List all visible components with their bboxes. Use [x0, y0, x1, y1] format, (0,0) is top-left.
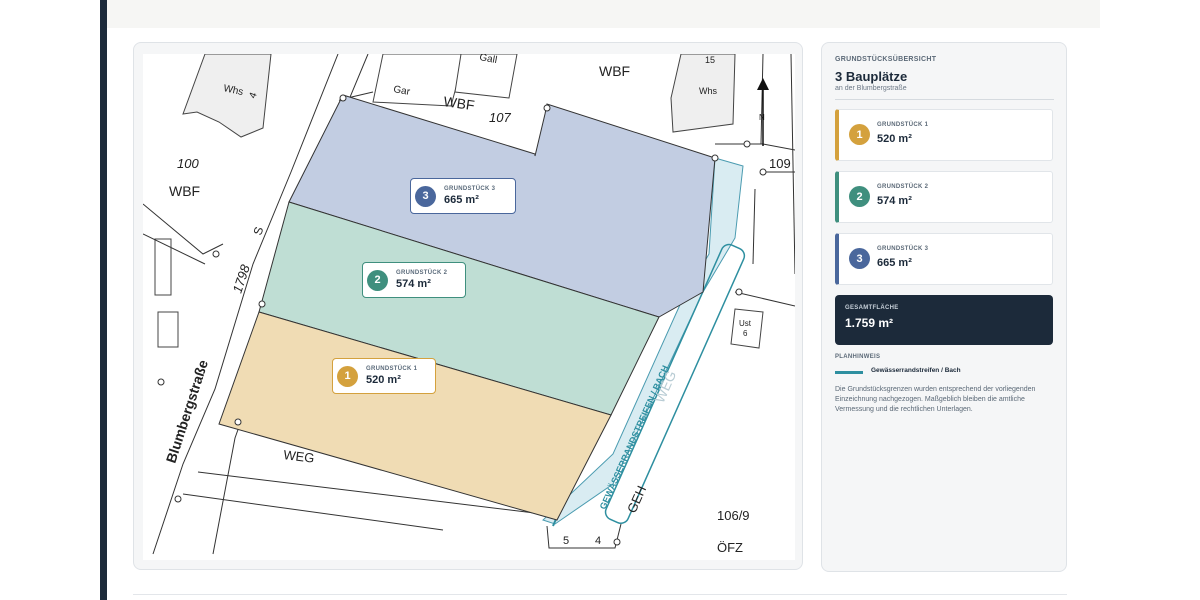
- plot-1-area: 520 m²: [366, 374, 401, 387]
- label-s: S: [251, 225, 267, 237]
- label-109: 109: [769, 156, 791, 171]
- label-weg: WEG: [283, 447, 316, 466]
- label-street: Blumbergstraße: [163, 358, 211, 465]
- plot-3-caption: GRUNDSTÜCK 3: [444, 185, 496, 192]
- stream-legend-label: Gewässerrandstreifen / Bach: [871, 367, 961, 374]
- overview-area-3: 665 m²: [877, 257, 912, 269]
- map-card: Whs 4 Gar Gall WBF 107 WBF 15 Whs 100 WB…: [133, 42, 803, 570]
- cadastral-map: Whs 4 Gar Gall WBF 107 WBF 15 Whs 100 WB…: [143, 54, 795, 560]
- label-106-9: 106/9: [717, 508, 750, 523]
- label-geh: GEH: [624, 483, 649, 515]
- total-area-caption: GESAMTFLÄCHE: [845, 305, 899, 311]
- plot-2-caption: GRUNDSTÜCK 2: [396, 269, 448, 276]
- total-area-value: 1.759 m²: [845, 316, 894, 330]
- plot-2-label[interactable]: 2 GRUNDSTÜCK 2 574 m²: [362, 262, 466, 298]
- panel-subtitle: an der Blumbergstraße: [835, 85, 907, 92]
- left-rail: [100, 0, 107, 600]
- label-wbf-top: WBF: [443, 93, 476, 113]
- label-107: 107: [489, 110, 511, 125]
- overview-caption-3: GRUNDSTÜCK 3: [877, 246, 929, 252]
- overview-area-1: 520 m²: [877, 133, 912, 145]
- plot-1-label[interactable]: 1 GRUNDSTÜCK 1 520 m²: [332, 358, 436, 394]
- plan-note-title: PLANHINWEIS: [835, 354, 881, 360]
- overview-item-plot-1[interactable]: 1 GRUNDSTÜCK 1 520 m²: [835, 109, 1053, 161]
- north-arrow-icon: [757, 78, 769, 146]
- total-area-card: GESAMTFLÄCHE 1.759 m²: [835, 295, 1053, 345]
- overview-badge-2: 2: [849, 186, 870, 207]
- map-svg: Whs 4 Gar Gall WBF 107 WBF 15 Whs 100 WB…: [143, 54, 795, 555]
- overview-item-plot-3[interactable]: 3 GRUNDSTÜCK 3 665 m²: [835, 233, 1053, 285]
- panel-divider: [835, 99, 1054, 100]
- plot-3-area: 665 m²: [444, 194, 479, 207]
- plot-overview-panel: GRUNDSTÜCKSÜBERSICHT 3 Bauplätze an der …: [821, 42, 1067, 572]
- overview-item-plot-2[interactable]: 2 GRUNDSTÜCK 2 574 m²: [835, 171, 1053, 223]
- label-n: N: [759, 113, 765, 122]
- overview-area-2: 574 m²: [877, 195, 912, 207]
- label-small4: 4: [595, 535, 601, 547]
- overview-badge-3: 3: [849, 248, 870, 269]
- overview-caption-1: GRUNDSTÜCK 1: [877, 122, 929, 128]
- stream-legend-swatch: [835, 371, 863, 374]
- label-small5: 5: [563, 535, 569, 547]
- plot-2-badge: 2: [367, 269, 388, 291]
- label-15: 15: [705, 55, 715, 65]
- label-wbf-right: WBF: [599, 63, 630, 79]
- label-six: 6: [743, 329, 748, 338]
- bottom-divider: [133, 594, 1067, 595]
- label-wbf-left: WBF: [169, 183, 200, 199]
- label-ust: Ust: [739, 319, 752, 328]
- label-100: 100: [177, 156, 199, 171]
- plot-2-area: 574 m²: [396, 278, 431, 291]
- top-band: [107, 0, 1100, 28]
- plan-note-text: Die Grundstücksgrenzen wurden entspreche…: [835, 386, 1036, 413]
- overview-badge-1: 1: [849, 124, 870, 145]
- plot-3-label[interactable]: 3 GRUNDSTÜCK 3 665 m²: [410, 178, 516, 214]
- panel-title: 3 Bauplätze: [835, 69, 908, 84]
- plot-1-caption: GRUNDSTÜCK 1: [366, 365, 418, 372]
- label-1798: 1798: [230, 262, 253, 295]
- plot-3-badge: 3: [415, 185, 436, 207]
- panel-overline: GRUNDSTÜCKSÜBERSICHT: [835, 56, 937, 63]
- overview-caption-2: GRUNDSTÜCK 2: [877, 184, 929, 190]
- label-whs-right: Whs: [699, 86, 718, 96]
- plot-1-badge: 1: [337, 365, 358, 387]
- label-oefz: ÖFZ: [717, 540, 743, 555]
